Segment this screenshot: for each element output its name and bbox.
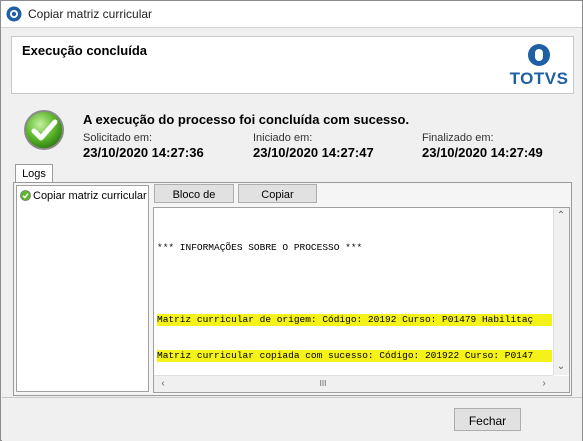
requested-label: Solicitado em:	[83, 132, 153, 144]
process-list-item[interactable]: Copiar matriz curricular	[20, 190, 147, 206]
totvs-logo-icon	[528, 44, 550, 66]
notepad-button[interactable]: Bloco de Notas	[154, 184, 234, 220]
process-list-item-label: Copiar matriz curricular	[33, 190, 147, 202]
result-message: A execução do processo foi concluída com…	[83, 112, 410, 127]
horizontal-scrollbar[interactable]: ‹ III ›	[154, 375, 553, 392]
started-time: Iniciado em: 23/10/2020 14:27:47	[253, 132, 374, 160]
close-button[interactable]: Fechar	[454, 408, 521, 431]
log-line-highlighted: Matriz curricular de origem: Código: 201…	[157, 314, 552, 326]
requested-value: 23/10/2020 14:27:36	[83, 145, 204, 160]
logo-text: TOTVS	[509, 69, 569, 88]
process-list: Copiar matriz curricular	[16, 185, 149, 392]
scroll-right-icon[interactable]: ›	[537, 377, 551, 391]
log-text-area[interactable]: *** INFORMAÇÕES SOBRE O PROCESSO *** ​ M…	[153, 207, 570, 393]
tab-logs[interactable]: Logs	[15, 164, 53, 184]
started-value: 23/10/2020 14:27:47	[253, 145, 374, 160]
scrollbar-thumb[interactable]: III	[314, 377, 332, 391]
logs-panel: Copiar matriz curricular Bloco de Notas …	[13, 182, 572, 396]
footer-bar: Fechar	[2, 397, 582, 441]
finished-value: 23/10/2020 14:27:49	[422, 145, 543, 160]
totvs-logo: TOTVS	[509, 43, 569, 89]
finished-time: Finalizado em: 23/10/2020 14:27:49	[422, 132, 543, 160]
success-dot-icon	[20, 190, 31, 201]
dialog-window: Copiar matriz curricular Execução conclu…	[0, 0, 583, 441]
window-title: Copiar matriz curricular	[28, 7, 153, 21]
log-line: *** INFORMAÇÕES SOBRE O PROCESSO ***	[157, 242, 363, 253]
scroll-corner	[553, 376, 569, 392]
scroll-up-icon[interactable]: ⌃	[554, 209, 568, 223]
log-content: *** INFORMAÇÕES SOBRE O PROCESSO *** ​ M…	[157, 218, 552, 386]
copy-button[interactable]: Copiar	[238, 184, 317, 203]
vertical-scrollbar[interactable]: ⌃ ⌄	[553, 208, 569, 375]
requested-time: Solicitado em: 23/10/2020 14:27:36	[83, 132, 204, 160]
started-label: Iniciado em:	[253, 132, 313, 144]
finished-label: Finalizado em:	[422, 132, 494, 144]
page-title: Execução concluída	[22, 43, 147, 58]
header-panel: Execução concluída TOTVS	[11, 36, 574, 94]
log-line-highlighted: Matriz curricular copiada com sucesso: C…	[157, 350, 552, 362]
success-check-icon	[24, 110, 64, 150]
title-bar: Copiar matriz curricular	[1, 1, 582, 28]
log-line: ​	[157, 278, 552, 290]
scroll-left-icon[interactable]: ‹	[156, 377, 170, 391]
scroll-down-icon[interactable]: ⌄	[554, 360, 568, 374]
totvs-app-icon	[6, 6, 22, 22]
